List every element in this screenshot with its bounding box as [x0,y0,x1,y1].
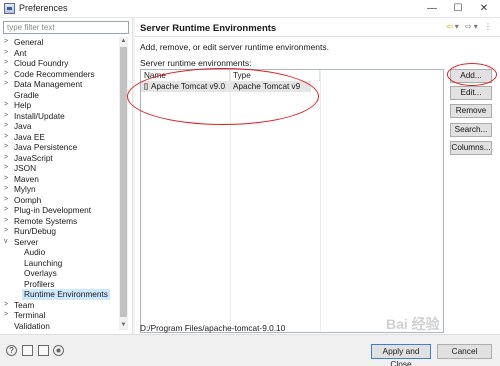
tree-item-label: JavaScript [14,152,53,163]
tree-item-label: Cloud Foundry [14,58,69,68]
collapsed-chevron-icon[interactable]: > [4,310,11,321]
collapsed-chevron-icon[interactable]: > [4,142,11,153]
collapsed-chevron-icon[interactable]: > [4,58,11,69]
column-divider [320,70,321,332]
tree-item-label: Profilers [24,278,55,289]
tree-item-label: Launching [24,257,63,268]
apply-and-close-button[interactable]: Apply and Close [371,344,431,366]
tree-item-label: Help [14,100,32,110]
forward-icon[interactable]: ⇨ [465,22,474,31]
record-preferences-icon[interactable] [53,345,64,356]
export-icon[interactable] [38,345,49,356]
collapsed-chevron-icon[interactable]: > [4,48,11,59]
header-divider [135,36,500,37]
collapsed-chevron-icon[interactable]: > [4,226,11,237]
page-description: Add, remove, or edit server runtime envi… [140,42,329,52]
tree-item-label: General [14,37,44,47]
tree-item-label: Maven [14,173,39,184]
filter-input[interactable]: type filter text [3,21,129,34]
cancel-button[interactable]: Cancel [437,344,492,359]
back-menu-icon[interactable]: ▾ [455,22,461,31]
collapsed-chevron-icon[interactable]: > [4,174,11,185]
tree-item-label: Validation [14,320,50,331]
tree-item-label: Oomph [14,194,42,205]
tree-item-label: Code Recommenders [14,68,95,79]
import-icon[interactable] [22,345,33,356]
view-menu-icon[interactable]: ⋮ [484,22,494,31]
tree-item-label: Install/Update [14,110,65,121]
remove-button[interactable]: Remove [450,104,492,118]
tree-item-label: Run/Debug [14,226,56,236]
scrollbar-thumb[interactable] [120,47,127,317]
collapsed-chevron-icon[interactable]: > [4,111,11,122]
tree-item-label: Java Persistence [14,142,78,152]
collapsed-chevron-icon[interactable]: > [4,216,11,227]
collapsed-chevron-icon[interactable]: > [4,184,11,195]
scroll-up-icon[interactable]: ▲ [119,37,128,46]
runtime-list-label: Server runtime environments: [140,58,252,68]
collapsed-chevron-icon[interactable]: > [4,79,11,90]
preferences-navigation: type filter text > General > Ant > Cloud Foun… [0,18,132,334]
tree-item-label: Plug-in Development [14,205,92,215]
scroll-down-icon[interactable]: ▼ [119,321,128,330]
tree-item-label: Server [14,236,39,247]
highlight-add-button [447,63,497,86]
page-title: Server Runtime Environments [140,23,277,34]
collapsed-chevron-icon[interactable]: > [4,69,11,80]
tree-item-label: Runtime Environments [22,289,110,300]
columns-button[interactable]: Columns... [450,141,492,155]
collapsed-chevron-icon[interactable]: > [4,195,11,206]
tree-item-label: Java [14,121,32,131]
tree-item-label: Ant [14,47,27,58]
search-button[interactable]: Search... [450,123,492,137]
collapsed-chevron-icon[interactable]: > [4,37,11,48]
window-title: Preferences [19,3,68,13]
tree-item-label: Team [14,299,35,310]
back-icon[interactable]: ⇦ [446,22,455,31]
tree-scrollbar[interactable]: ▲ ▼ [119,37,128,330]
watermark: Bai 经验 [386,316,440,332]
collapsed-chevron-icon[interactable]: > [4,153,11,164]
tree-item-label: JSON [14,163,37,173]
maximize-button[interactable]: ☐ [446,1,470,16]
tree-item-label: Overlays [24,268,57,278]
collapsed-chevron-icon[interactable]: > [4,100,11,111]
close-button[interactable]: ✕ [472,1,496,16]
tree-item-label: Audio [24,247,46,257]
preferences-tree: > General > Ant > Cloud Foundry > Code Recommen… [2,37,119,330]
tree-item-label: Terminal [14,310,46,320]
collapsed-chevron-icon[interactable]: > [4,205,11,216]
help-icon[interactable]: ? [6,345,17,356]
collapsed-chevron-icon[interactable]: > [4,121,11,132]
tree-item-label: Gradle [14,89,39,100]
preferences-app-icon [4,3,15,14]
tree-item-label: Java EE [14,131,45,142]
highlight-runtime-row [127,68,319,125]
dialog-button-bar: ? Apply and Close Cancel [0,334,500,366]
collapsed-chevron-icon[interactable]: > [4,163,11,174]
expanded-chevron-icon[interactable]: v [4,237,11,248]
edit-button[interactable]: Edit... [450,86,492,100]
tree-item-label: Data Management [14,79,83,89]
collapsed-chevron-icon[interactable]: > [4,132,11,143]
title-bar: Preferences — ☐ ✕ [0,0,500,18]
tree-item-label: Remote Systems [14,215,78,226]
tree-item-label: Mylyn [14,184,36,194]
preference-page: Server Runtime Environments ⇦▾ ⇨▾ ⋮ Add,… [135,18,500,334]
collapsed-chevron-icon[interactable]: > [4,300,11,311]
page-navigation: ⇦▾ ⇨▾ ⋮ [446,22,494,31]
minimize-button[interactable]: — [420,1,444,16]
forward-menu-icon[interactable]: ▾ [474,22,480,31]
runtime-location: D:/Program Files/apache-tomcat-9.0.10 [140,323,286,333]
